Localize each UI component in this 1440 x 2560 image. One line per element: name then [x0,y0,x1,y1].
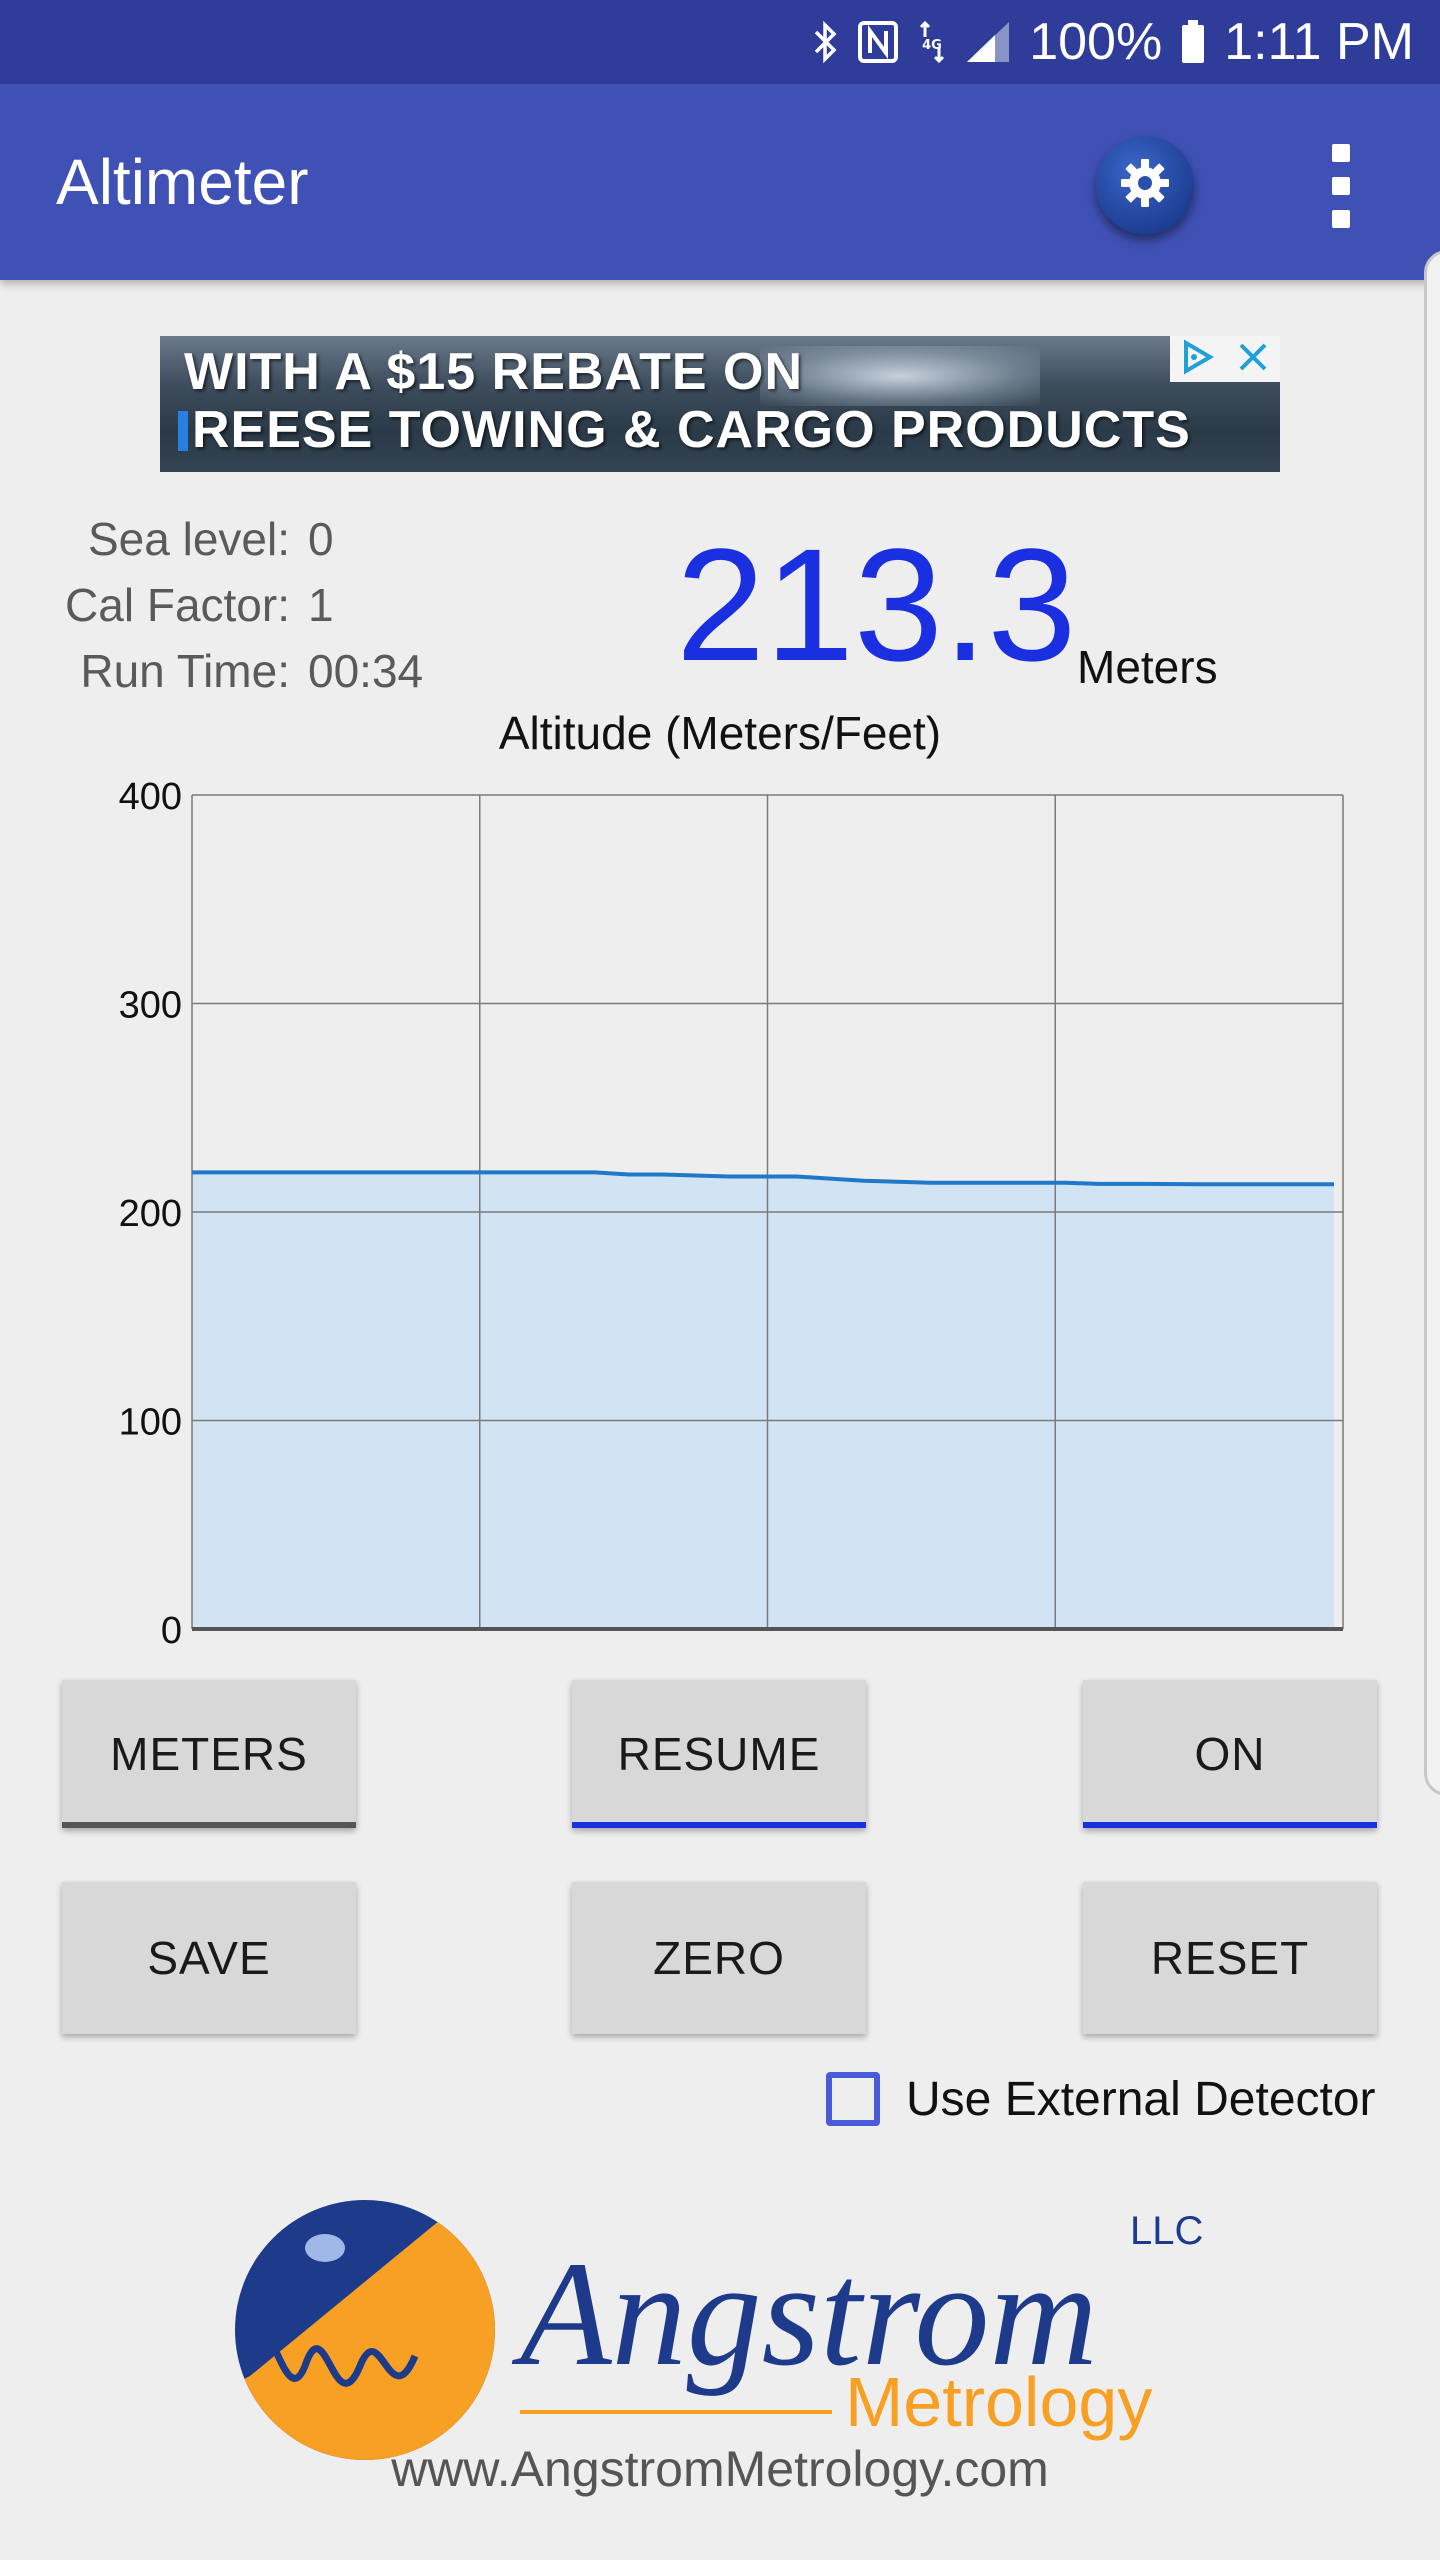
altitude-unit: Meters [1077,641,1218,693]
ad-banner[interactable]: WITH A $15 REBATE ON REESE TOWING & CARG… [160,336,1280,472]
info-panel: Sea level: 0 Cal Factor: 1 Run Time: 00:34 [40,506,423,704]
on-button[interactable]: ON [1083,1680,1377,1828]
meters-button[interactable]: METERS [62,1680,356,1828]
data-4g-icon: 4G [917,19,947,65]
chart-ytick-label: 400 [119,776,182,818]
clock: 1:11 PM [1224,13,1414,71]
settings-button[interactable] [1096,136,1194,234]
sea-level-value: 0 [308,513,334,565]
globe-icon [235,2200,495,2460]
battery-text: 100% [1029,13,1163,71]
cal-factor-row: Cal Factor: 1 [40,572,423,638]
run-time-label: Run Time: [80,645,290,697]
gear-icon [1117,155,1173,215]
app-bar: Altimeter [0,84,1440,280]
ad-choices[interactable] [1170,336,1280,382]
sea-level-row: Sea level: 0 [40,506,423,572]
reset-button[interactable]: RESET [1083,1882,1377,2034]
cal-factor-value: 1 [308,579,334,631]
cal-factor-label: Cal Factor: [65,579,290,631]
sea-level-label: Sea level: [87,513,290,565]
chart-title: Altitude (Meters/Feet) [498,707,942,759]
status-bar: 4G 100% 1:11 PM [0,0,1440,84]
overflow-menu-icon[interactable] [1318,144,1364,228]
logo-subtitle: Metrology [845,2363,1152,2441]
chart-ytick-label: 200 [119,1193,182,1235]
ad-headline: WITH A $15 REBATE ON [184,343,804,401]
altitude-reading: 213.3 [676,515,1077,694]
app-title: Altimeter [56,146,309,218]
status-icons: 4G 100% 1:11 PM [813,0,1414,84]
bluetooth-icon [813,20,839,64]
chart-ytick-label: 100 [119,1402,182,1444]
zero-button[interactable]: ZERO [572,1882,866,2034]
chart-ytick-label: 0 [161,1610,182,1652]
external-detector-label[interactable]: Use External Detector [906,2072,1376,2127]
ad-subline: REESE TOWING & CARGO PRODUCTS [178,400,1191,460]
adchoices-icon[interactable] [1180,339,1216,379]
external-detector-option[interactable]: Use External Detector [826,2068,1376,2130]
altitude-chart: 0 100 200 300 400 [119,776,1344,1652]
signal-icon [965,20,1011,64]
external-detector-checkbox[interactable] [826,2072,880,2126]
angstrom-logo: Angstrom LLC Metrology [235,2200,1203,2460]
battery-icon [1180,19,1206,65]
run-time-row: Run Time: 00:34 [40,638,423,704]
close-icon[interactable] [1236,340,1270,378]
website-url[interactable]: www.AngstromMetrology.com [0,2440,1440,2498]
save-button[interactable]: SAVE [62,1882,356,2034]
nfc-icon [857,20,899,64]
run-time-value: 00:34 [308,645,424,697]
logo-llc: LLC [1130,2209,1203,2253]
resume-button[interactable]: RESUME [572,1680,866,1828]
svg-text:4G: 4G [922,38,942,53]
chart-ytick-label: 300 [119,985,182,1027]
chart-area-fill [192,1172,1334,1629]
